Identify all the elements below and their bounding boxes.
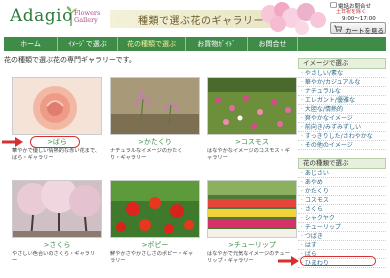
logo-subtitle: Flowers Gallery xyxy=(74,9,101,24)
sidebar-item[interactable]: さくら xyxy=(298,205,386,214)
gallery-card-rose[interactable]: >ばら 華やかで優しい情熱的な赤い花まで、 ばら・ギャラリー xyxy=(12,77,102,177)
view-cart-button[interactable]: カートを見る xyxy=(330,22,386,35)
highlight-oval xyxy=(30,136,80,148)
tulip-image[interactable] xyxy=(207,180,297,238)
card-desc-rose: 華やかで優しい情熱的な赤い花まで、 ばら・ギャラリー xyxy=(12,148,100,161)
gallery-card-sakura[interactable]: >さくら やさしい色合いのさくら・ギャラリ ー xyxy=(12,180,102,278)
sakura-image[interactable] xyxy=(12,180,102,238)
sidebar-item[interactable]: つばき xyxy=(298,232,386,241)
sidebar-item[interactable]: エレガント/優雅な xyxy=(298,96,386,105)
sakura-photo xyxy=(13,181,101,237)
header-flower-image xyxy=(261,2,326,35)
sidebar-item[interactable]: あやめ xyxy=(298,178,386,187)
page-tagline: 種類で選ぶ花のギャラリー xyxy=(138,16,264,27)
rose-image[interactable] xyxy=(12,77,102,135)
site-header: Adagio Flowers Gallery 種類で選ぶ花のギャラリー 電話お問… xyxy=(0,0,390,36)
poppy-image[interactable] xyxy=(110,180,200,238)
sidebar-item[interactable]: やさしい/素な xyxy=(298,69,386,78)
rose-photo xyxy=(13,78,101,134)
tulip-photo xyxy=(208,181,296,237)
sidebar-item[interactable]: すっきりした/さわやかな xyxy=(298,132,386,141)
main-nav: ホーム ｲﾒｰｼﾞで選ぶ 花の種類で選ぶ お買物ｶﾞｲﾄﾞ お問合せ xyxy=(4,37,386,51)
sidebar-item[interactable]: 爽やかなイメージ xyxy=(298,114,386,123)
card-label-sakura[interactable]: >さくら xyxy=(12,240,102,250)
intro-text: 花の種類で選ぶ花の専門ギャラリーです。 xyxy=(4,56,136,64)
cosmos-image[interactable] xyxy=(207,77,297,135)
sidebar-head-image: イメージで選ぶ xyxy=(298,58,386,69)
sidebar-item[interactable]: 前向き/みずみずしい xyxy=(298,123,386,132)
nav-shopping-guide[interactable]: お買物ｶﾞｲﾄﾞ xyxy=(186,37,248,51)
katakuri-image[interactable] xyxy=(110,77,200,135)
sidebar-item[interactable]: チューリップ xyxy=(298,223,386,232)
gallery-card-poppy[interactable]: >ポピー 鮮やかさやかさしさのポピー・ギャ ラリー xyxy=(110,180,200,278)
cart-icon xyxy=(334,25,342,32)
sidebar-item[interactable]: ナチュラルな xyxy=(298,87,386,96)
sidebar-item[interactable]: 大胆な/情熱的 xyxy=(298,105,386,114)
sidebar-item[interactable]: かたくり xyxy=(298,187,386,196)
card-desc-poppy: 鮮やかさやかさしさのポピー・ギャ ラリー xyxy=(110,251,194,264)
sidebar-item[interactable]: コスモス xyxy=(298,196,386,205)
highlight-oval xyxy=(300,256,376,266)
sidebar: イメージで選ぶ やさしい/素な 華やか/カジュアルな ナチュラルな エレガント/… xyxy=(298,58,386,268)
card-label-tulip[interactable]: >チューリップ xyxy=(207,240,297,250)
sidebar-item[interactable]: シャクヤク xyxy=(298,214,386,223)
site-logo[interactable]: Adagio Flowers Gallery xyxy=(10,6,110,32)
poppy-photo xyxy=(111,181,199,237)
card-desc-katakuri: ナチュラルなイメージのかたく り・ギャラリー xyxy=(110,148,183,161)
card-desc-sakura: やさしい色合いのさくら・ギャラリ ー xyxy=(12,251,96,264)
gallery-card-katakuri[interactable]: >かたくり ナチュラルなイメージのかたく り・ギャラリー xyxy=(110,77,200,177)
cosmos-photo xyxy=(208,78,296,134)
katakuri-photo xyxy=(111,78,199,134)
card-label-cosmos[interactable]: >コスモス xyxy=(207,137,297,147)
gallery-card-cosmos[interactable]: >コスモス はなやかなイメージのコスモス・ギ ャラリー xyxy=(207,77,297,177)
card-label-poppy[interactable]: >ポピー xyxy=(110,240,200,250)
nav-by-type[interactable]: 花の種類で選ぶ xyxy=(118,37,186,51)
nav-by-image[interactable]: ｲﾒｰｼﾞで選ぶ xyxy=(58,37,118,51)
nav-contact[interactable]: お問合せ xyxy=(248,37,298,51)
sidebar-head-type: 花の種類で選ぶ xyxy=(298,158,386,169)
nav-home[interactable]: ホーム xyxy=(4,37,58,51)
red-arrow-icon xyxy=(2,137,23,147)
card-label-katakuri[interactable]: >かたくり xyxy=(110,137,200,147)
sidebar-item[interactable]: はす xyxy=(298,241,386,250)
red-arrow-icon xyxy=(278,256,299,266)
sidebar-item[interactable]: その他のイメージ xyxy=(298,141,386,150)
phone-contact: 電話お問合せ 土日祝を除く 9:00～17:00 xyxy=(330,2,386,22)
sidebar-item[interactable]: 華やか/カジュアルな xyxy=(298,78,386,87)
sidebar-item[interactable]: あじさい xyxy=(298,169,386,178)
card-desc-cosmos: はなやかなイメージのコスモス・ギ ャラリー xyxy=(207,148,290,161)
